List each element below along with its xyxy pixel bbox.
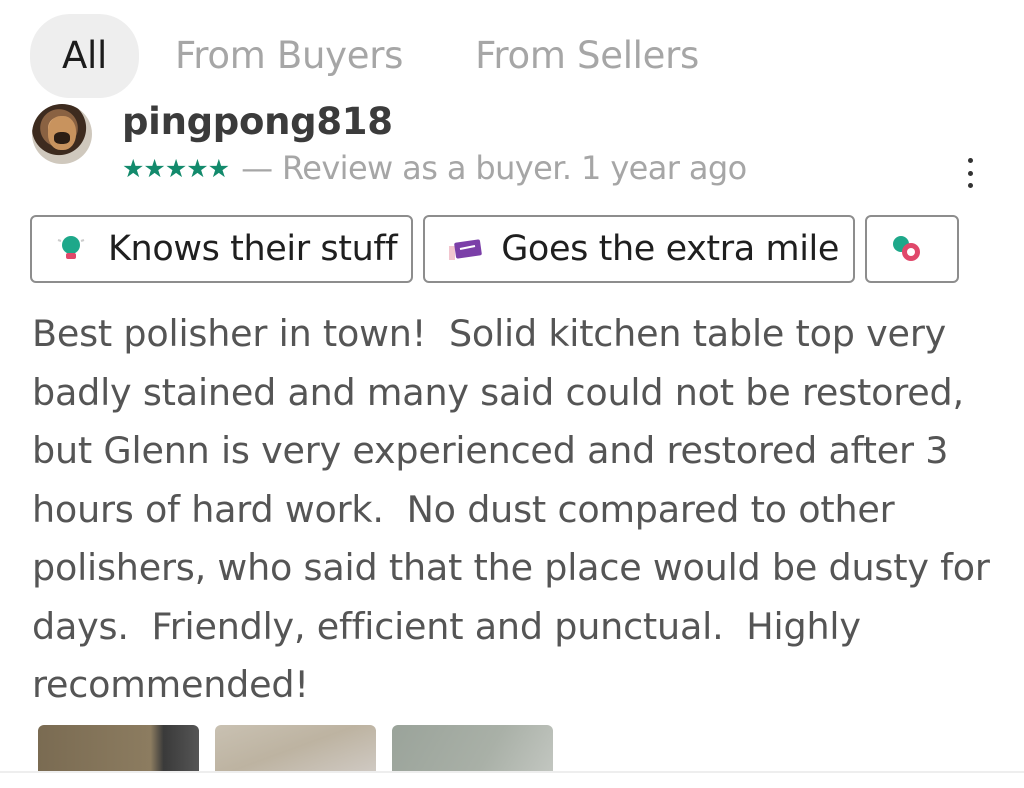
avatar[interactable] (32, 104, 92, 164)
tab-all[interactable]: All (30, 14, 139, 98)
lightbulb-icon (54, 232, 88, 266)
chip-goes-the-extra-mile[interactable]: Goes the extra mile (423, 215, 855, 283)
review-photo-thumbnail[interactable] (38, 725, 199, 771)
divider (0, 771, 1024, 773)
chip-knows-their-stuff[interactable]: Knows their stuff (30, 215, 414, 283)
review-filter-tabs: All From Buyers From Sellers (30, 14, 735, 98)
review-photo-thumbnail[interactable] (392, 725, 553, 771)
chip-label: Knows their stuff (108, 229, 398, 269)
compliment-chips: Knows their stuff Goes the extra mile (30, 215, 994, 285)
chip-label: Goes the extra mile (501, 229, 839, 269)
review-text: Best polisher in town! Solid kitchen tab… (32, 312, 1002, 706)
review-meta-text: — Review as a buyer. 1 year ago (241, 149, 747, 187)
chip-partial[interactable] (865, 215, 959, 283)
star-rating: ★★★★★ (122, 153, 230, 183)
more-options-icon[interactable] (966, 158, 974, 188)
avatar-snout (54, 132, 70, 144)
review-meta: ★★★★★ — Review as a buyer. 1 year ago (122, 148, 747, 188)
reviewer-username[interactable]: pingpong818 (122, 100, 393, 143)
tab-from-sellers[interactable]: From Sellers (439, 14, 735, 98)
review-photos (38, 725, 553, 771)
review-header: pingpong818 ★★★★★ — Review as a buyer. 1… (32, 100, 1024, 190)
ticket-icon (447, 232, 482, 266)
badge-icon (889, 232, 923, 266)
tab-from-buyers[interactable]: From Buyers (139, 14, 439, 98)
review-photo-thumbnail[interactable] (215, 725, 376, 771)
